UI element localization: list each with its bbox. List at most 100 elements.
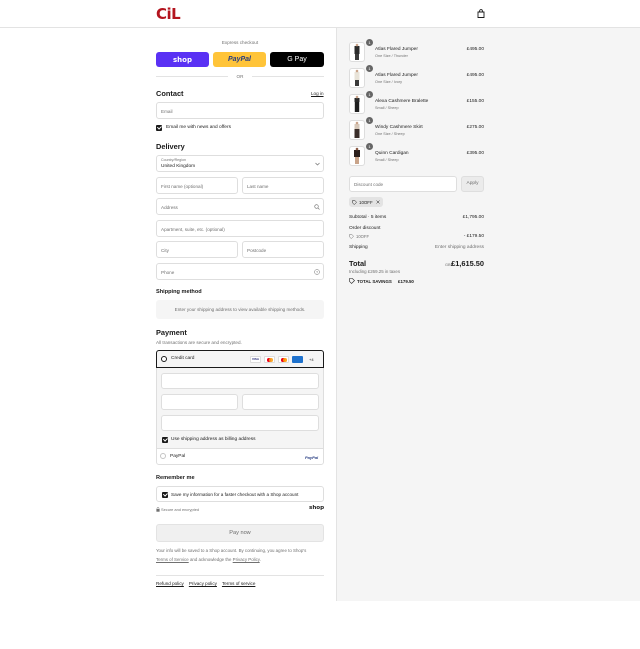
product-thumbnail <box>349 68 365 88</box>
address-field[interactable]: Address <box>156 198 324 215</box>
divider <box>157 448 323 449</box>
visa-icon: VISA <box>250 356 261 363</box>
quantity-badge: 1 <box>366 65 373 72</box>
discount-code-label: 10OFF <box>356 234 370 239</box>
delivery-title: Delivery <box>156 142 185 151</box>
header: CiL <box>0 0 640 28</box>
payment-subtitle: All transactions are secure and encrypte… <box>156 340 242 345</box>
remember-me-title: Remember me <box>156 475 195 481</box>
help-icon[interactable]: ? <box>314 269 320 275</box>
item-price: £275.00 <box>466 125 484 130</box>
apply-button[interactable]: Apply <box>461 176 484 192</box>
product-thumbnail <box>349 42 365 62</box>
newsletter-checkbox[interactable] <box>156 125 162 131</box>
save-info-checkbox[interactable] <box>162 491 168 498</box>
postcode-field[interactable]: Postcode <box>242 241 324 258</box>
total-savings-value: £179.50 <box>398 279 414 284</box>
billing-address-label: Use shipping address as billing address <box>171 437 256 442</box>
credit-card-radio[interactable] <box>161 356 167 362</box>
security-code-field[interactable] <box>242 394 319 410</box>
product-thumbnail <box>349 120 365 140</box>
privacy-policy-link[interactable]: Privacy policy <box>189 581 217 586</box>
item-variant: One Size / Sheep <box>375 132 405 136</box>
name-on-card-field[interactable] <box>161 415 319 431</box>
contact-title: Contact <box>156 89 184 98</box>
item-variant: One Size / Ivory <box>375 80 403 84</box>
discount-value: - £179.50 <box>463 234 484 239</box>
item-variant: One Size / Thunder <box>375 54 408 58</box>
expiry-field[interactable] <box>161 394 238 410</box>
paypal-button[interactable]: PayPal <box>213 52 266 67</box>
paypal-radio[interactable] <box>160 453 166 459</box>
credit-card-option[interactable]: Credit card VISA +4 <box>156 350 324 368</box>
terms-of-service-link[interactable]: Terms of service <box>222 581 255 586</box>
remember-me-box: Save my information for a faster checkou… <box>156 486 324 502</box>
discount-code-placeholder: Discount code <box>354 182 384 187</box>
save-info-label: Save my information for a faster checkou… <box>171 491 299 497</box>
email-field[interactable]: Email <box>156 102 324 119</box>
apartment-placeholder: Apartment, suite, etc. (optional) <box>161 227 225 232</box>
pay-now-button[interactable]: Pay now <box>156 524 324 542</box>
express-checkout-title: Express checkout <box>221 40 259 45</box>
paypal-option-logo: PayPal <box>305 455 319 460</box>
total-label: Total <box>349 259 367 268</box>
credit-card-label: Credit card <box>171 356 195 361</box>
tag-icon <box>352 199 357 205</box>
apartment-field[interactable]: Apartment, suite, etc. (optional) <box>156 220 324 237</box>
discount-code-field[interactable]: Discount code <box>349 176 457 192</box>
item-price: £155.00 <box>466 99 484 104</box>
order-discount-label: Order discount <box>349 226 381 231</box>
shop-pay-button[interactable]: shop <box>156 52 209 67</box>
taxes-label: Including £269.25 in taxes <box>349 269 401 274</box>
total-value: £1,615.50 <box>451 259 484 268</box>
maestro-icon <box>278 356 289 363</box>
quantity-badge: 1 <box>366 143 373 150</box>
last-name-placeholder: Last name <box>247 184 269 189</box>
phone-placeholder: Phone <box>161 270 175 275</box>
privacy-link[interactable]: Privacy Policy <box>233 557 260 562</box>
last-name-field[interactable]: Last name <box>242 177 324 194</box>
login-link[interactable]: Log in <box>311 91 324 96</box>
legal-text-start: Your info will be saved to a Shop accoun… <box>156 548 307 553</box>
phone-field[interactable]: Phone ? <box>156 263 324 280</box>
first-name-field[interactable]: First name (optional) <box>156 177 238 194</box>
item-name: Windy Cashmere Skirt <box>375 125 423 130</box>
mastercard-icon <box>264 356 275 363</box>
product-thumbnail <box>349 146 365 166</box>
city-field[interactable]: City <box>156 241 238 258</box>
country-select[interactable]: Country/Region United Kingdom <box>156 155 324 172</box>
paypal-option-label[interactable]: PayPal <box>170 454 185 459</box>
terms-link[interactable]: Terms of Service <box>156 557 189 562</box>
store-logo[interactable]: CiL <box>156 5 181 23</box>
billing-address-checkbox[interactable] <box>162 437 168 443</box>
shipping-value: Enter shipping address <box>434 245 484 250</box>
product-thumbnail <box>349 94 365 114</box>
quantity-badge: 1 <box>366 39 373 46</box>
savings-tag-icon <box>349 278 355 284</box>
google-pay-button[interactable]: G Pay <box>270 52 324 67</box>
quantity-badge: 1 <box>366 117 373 124</box>
card-number-field[interactable] <box>161 373 319 389</box>
shipping-method-message: Enter your shipping address to view avai… <box>174 307 306 312</box>
google-pay-logo: G Pay <box>287 56 307 63</box>
divider <box>156 575 324 576</box>
item-variant: Small / Sheep <box>375 106 399 110</box>
payment-title: Payment <box>156 328 187 337</box>
quantity-badge: 1 <box>366 91 373 98</box>
shopping-bag-icon[interactable] <box>477 9 485 18</box>
shop-pay-logo: shop <box>173 55 192 64</box>
address-placeholder: Address <box>161 205 178 210</box>
item-name: Quinn Cardigan <box>375 151 409 156</box>
more-cards-badge: +4 <box>309 356 314 362</box>
item-name: Atlas Flared Jumper <box>375 47 418 52</box>
search-icon <box>314 204 320 210</box>
close-icon[interactable] <box>376 200 380 204</box>
shop-logo: shop <box>309 505 325 511</box>
newsletter-label: Email me with news and offers <box>166 125 231 130</box>
legal-period: . <box>259 556 261 562</box>
legal-text: Your info will be saved to a Shop accoun… <box>156 547 324 564</box>
item-variant: Small / Sheep <box>375 158 399 162</box>
order-summary-panel <box>336 28 640 601</box>
applied-discount-tag: 10OFF <box>349 197 383 207</box>
refund-policy-link[interactable]: Refund policy <box>156 581 184 586</box>
